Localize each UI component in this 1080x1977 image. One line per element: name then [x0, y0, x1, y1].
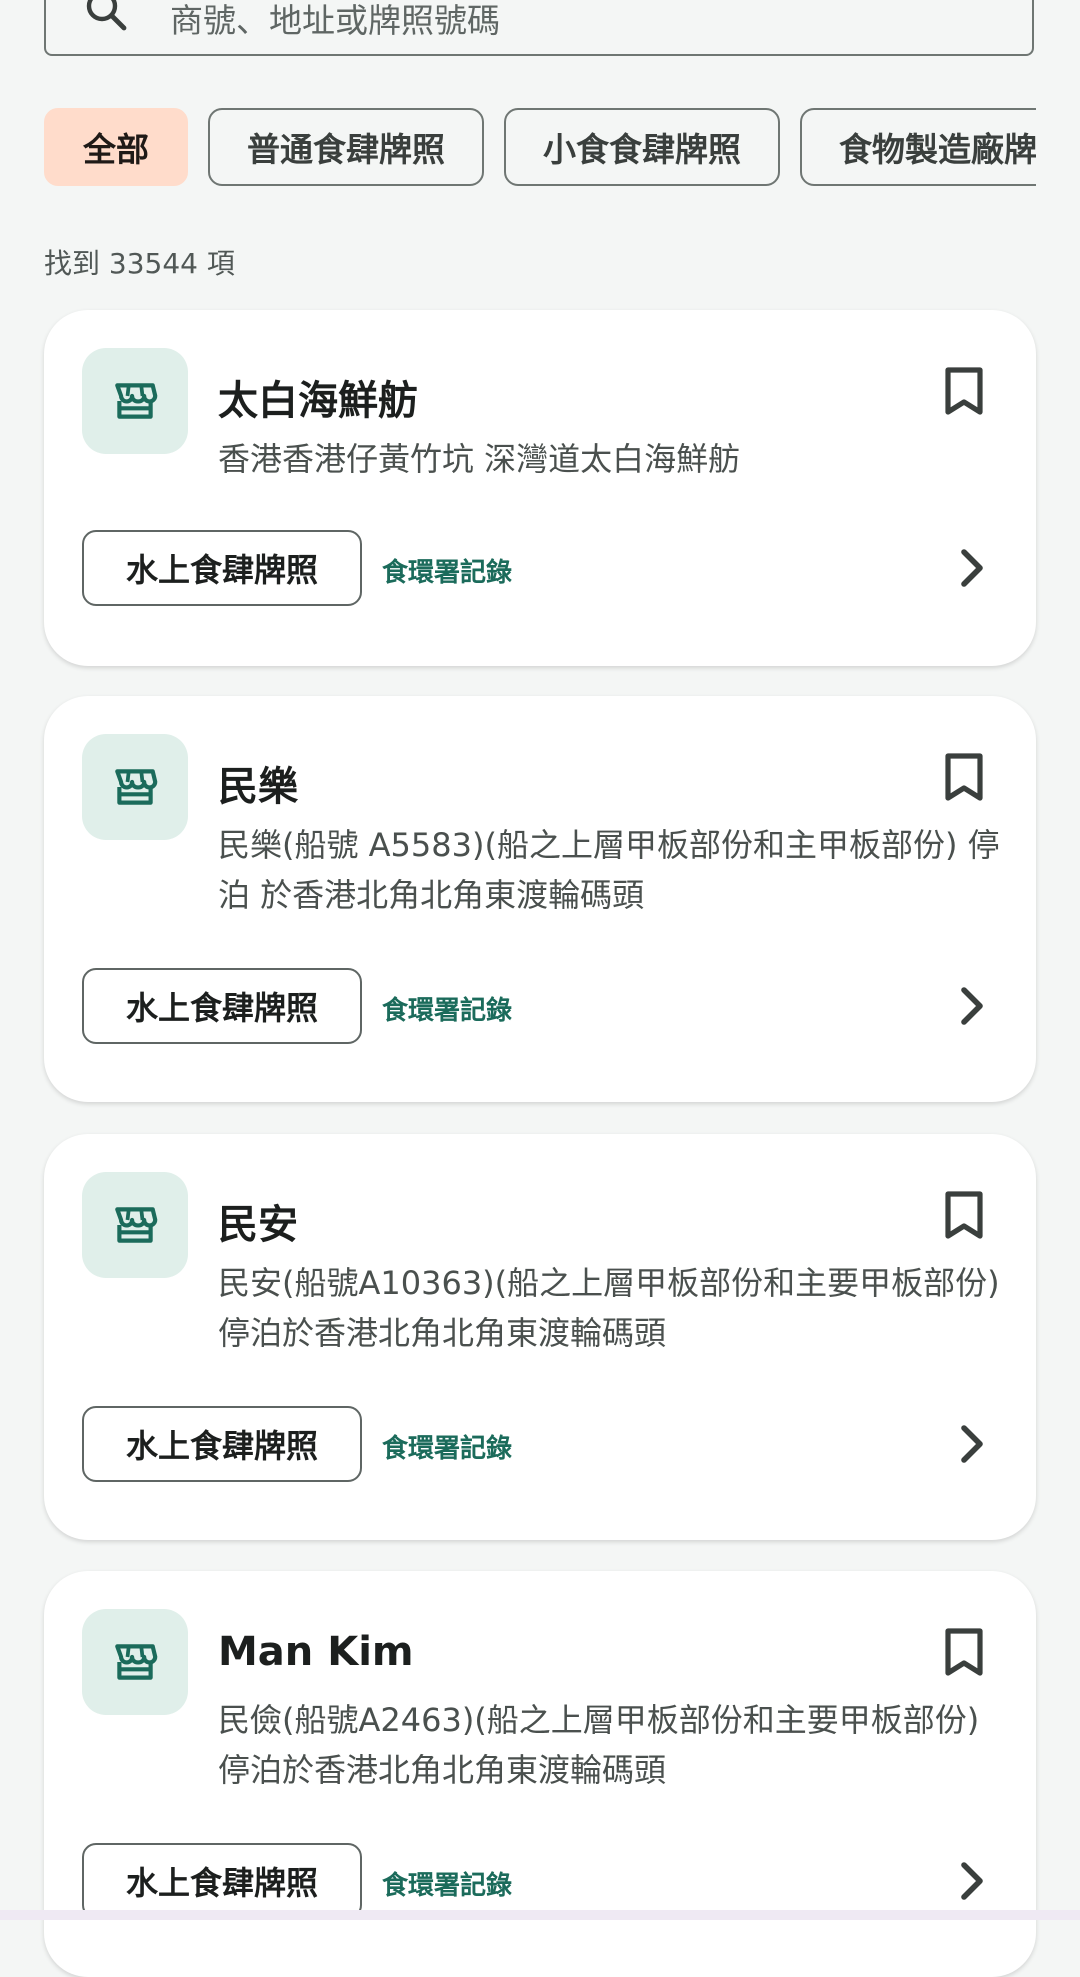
- store-icon: [115, 383, 158, 419]
- card-address: 香港香港仔黃竹坑 深灣道太白海鮮舫: [218, 440, 741, 478]
- filter-chip-general-restaurant[interactable]: 普通食肆牌照: [208, 108, 484, 186]
- store-icon-container: [82, 734, 188, 840]
- bookmark-icon[interactable]: [942, 752, 986, 802]
- store-icon-container: [82, 348, 188, 454]
- search-icon: [86, 0, 127, 31]
- card-address: 民樂(船號 A5583)(船之上層甲板部份和主甲板部份) 停泊 於香港北角北角東…: [218, 826, 1000, 914]
- card-title: 太白海鮮舫: [218, 378, 418, 424]
- result-card[interactable]: 民安 民安(船號A10363)(船之上層甲板部份和主要甲板部份) 停泊於香港北角…: [44, 1134, 1036, 1540]
- result-count: 找到 33544 項: [44, 247, 235, 280]
- source-label: 食環署記錄: [382, 1871, 513, 1901]
- card-title: Man Kim: [218, 1629, 414, 1675]
- store-icon: [115, 769, 158, 805]
- license-type-tag: 水上食肆牌照: [82, 968, 362, 1044]
- bookmark-icon[interactable]: [942, 1627, 986, 1677]
- chevron-right-icon[interactable]: [960, 986, 986, 1026]
- license-type-tag: 水上食肆牌照: [82, 530, 362, 606]
- filter-chip-all[interactable]: 全部: [44, 108, 188, 186]
- source-label: 食環署記錄: [382, 1434, 513, 1464]
- license-type-tag: 水上食肆牌照: [82, 1406, 362, 1482]
- card-title: 民安: [218, 1202, 298, 1248]
- chevron-right-icon[interactable]: [960, 1424, 986, 1464]
- search-input[interactable]: 商號、地址或牌照號碼: [44, 0, 1034, 56]
- store-icon: [115, 1207, 158, 1243]
- chevron-right-icon[interactable]: [960, 1861, 986, 1901]
- card-address: 民儉(船號A2463)(船之上層甲板部份和主要甲板部份) 停泊於香港北角北角東渡…: [218, 1701, 980, 1789]
- filter-chip-row: 全部 普通食肆牌照 小食食肆牌照 食物製造廠牌照: [44, 108, 1036, 186]
- search-placeholder: 商號、地址或牌照號碼: [170, 1, 500, 40]
- chevron-right-icon[interactable]: [960, 548, 986, 588]
- filter-chip-light-refreshment[interactable]: 小食食肆牌照: [504, 108, 780, 186]
- card-address: 民安(船號A10363)(船之上層甲板部份和主要甲板部份) 停泊於香港北角北角東…: [218, 1264, 1000, 1352]
- bookmark-icon[interactable]: [942, 1190, 986, 1240]
- bookmark-icon[interactable]: [942, 366, 986, 416]
- store-icon: [115, 1644, 158, 1680]
- store-icon-container: [82, 1609, 188, 1715]
- card-title: 民樂: [218, 764, 298, 810]
- gesture-bar-area: [0, 1910, 1080, 1920]
- result-card[interactable]: 太白海鮮舫 香港香港仔黃竹坑 深灣道太白海鮮舫 水上食肆牌照 食環署記錄: [44, 310, 1036, 666]
- filter-chip-food-factory[interactable]: 食物製造廠牌照: [800, 108, 1036, 186]
- source-label: 食環署記錄: [382, 996, 513, 1026]
- source-label: 食環署記錄: [382, 558, 513, 588]
- store-icon-container: [82, 1172, 188, 1278]
- result-card[interactable]: 民樂 民樂(船號 A5583)(船之上層甲板部份和主甲板部份) 停泊 於香港北角…: [44, 696, 1036, 1102]
- license-type-tag: 水上食肆牌照: [82, 1843, 362, 1919]
